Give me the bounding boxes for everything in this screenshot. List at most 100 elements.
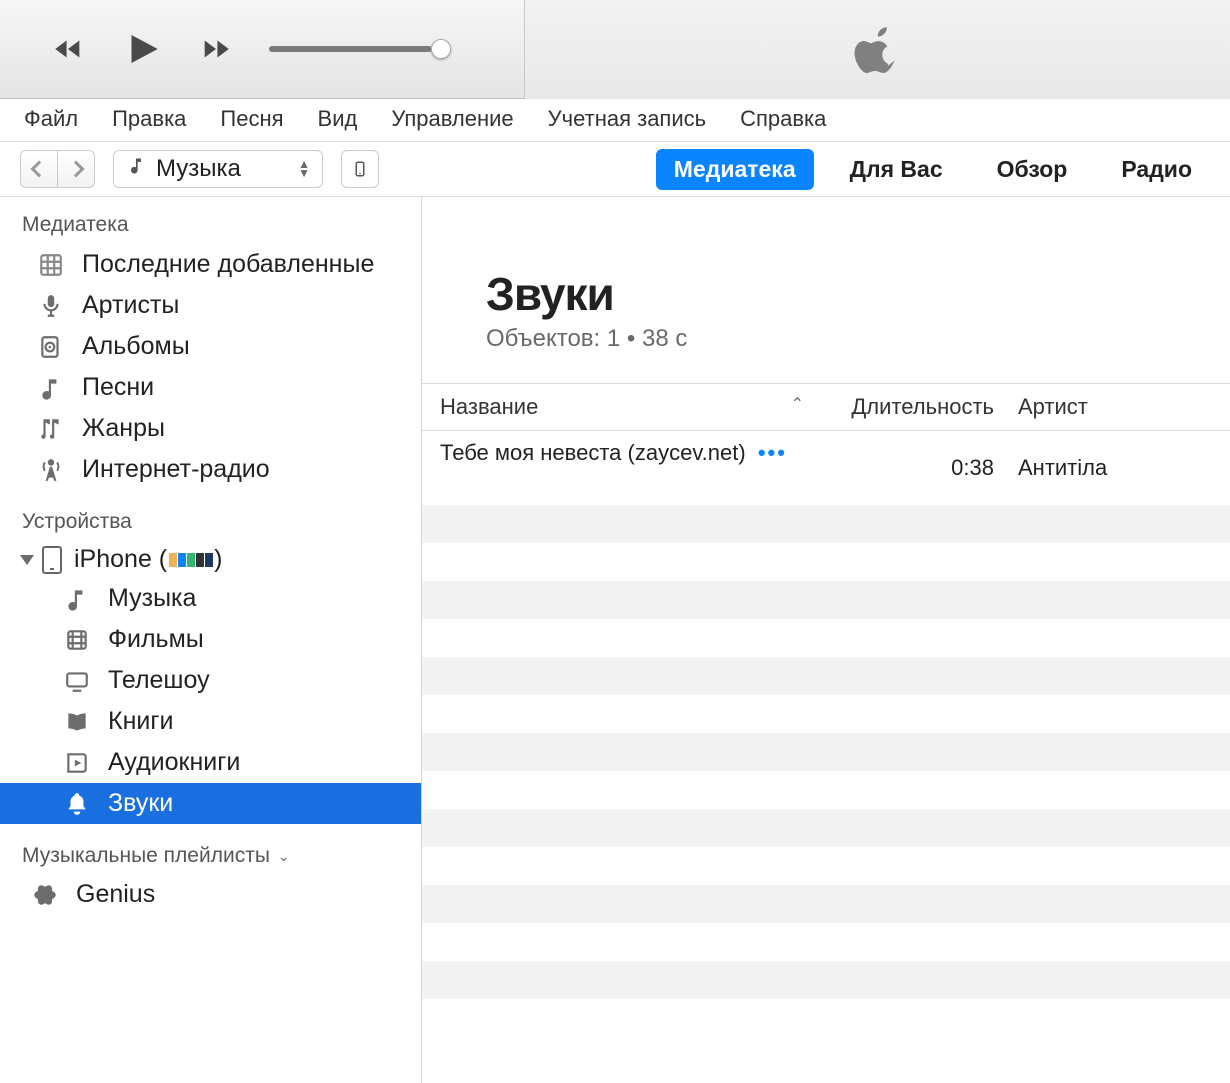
column-artist[interactable]: Артист <box>1006 384 1230 431</box>
menu-song[interactable]: Песня <box>220 106 283 132</box>
grid-icon <box>36 252 66 278</box>
menu-account[interactable]: Учетная запись <box>548 106 706 132</box>
table-row <box>422 543 1230 581</box>
playlist-genius[interactable]: Genius <box>0 874 421 915</box>
book-icon <box>62 709 92 735</box>
tab-browse[interactable]: Обзор <box>979 149 1086 190</box>
menu-edit[interactable]: Правка <box>112 106 186 132</box>
apple-logo-icon <box>854 25 902 73</box>
table-row <box>422 733 1230 771</box>
table-row <box>422 885 1230 923</box>
device-name: iPhone () <box>74 545 222 574</box>
table-row <box>422 809 1230 847</box>
album-icon <box>36 334 66 360</box>
menu-controls[interactable]: Управление <box>391 106 513 132</box>
phone-icon <box>42 546 62 574</box>
disclosure-triangle-icon <box>20 555 34 565</box>
select-arrows-icon: ▲▼ <box>298 160 310 178</box>
sidebar-item-recent[interactable]: Последние добавленные <box>0 244 421 285</box>
forward-button[interactable] <box>57 150 95 188</box>
sidebar-head-devices: Устройства <box>0 506 421 541</box>
tab-for-you[interactable]: Для Вас <box>832 149 961 190</box>
track-duration: 0:38 <box>826 431 1006 506</box>
device-item-tones[interactable]: Звуки <box>0 783 421 824</box>
sidebar-item-genres[interactable]: Жанры <box>0 408 421 449</box>
table-row <box>422 923 1230 961</box>
table-row <box>422 847 1230 885</box>
device-item-books[interactable]: Книги <box>0 701 421 742</box>
device-item-audiobooks[interactable]: Аудиокниги <box>0 742 421 783</box>
battery-icon <box>169 553 214 567</box>
sidebar-head-playlists[interactable]: Музыкальные плейлисты ⌄ <box>0 824 421 874</box>
sidebar-head-library: Медиатека <box>0 209 421 244</box>
sidebar-item-label: Звуки <box>108 789 173 818</box>
more-actions-button[interactable]: ••• <box>758 440 787 465</box>
sidebar-item-label: Артисты <box>82 291 179 320</box>
sidebar-item-label: Альбомы <box>82 332 190 361</box>
sidebar-item-label: Жанры <box>82 414 165 443</box>
table-row <box>422 657 1230 695</box>
sidebar-item-label: Телешоу <box>108 666 210 695</box>
sidebar-item-songs[interactable]: Песни <box>0 367 421 408</box>
microphone-icon <box>36 293 66 319</box>
back-button[interactable] <box>20 150 58 188</box>
column-title[interactable]: Название ⌃ <box>422 384 826 431</box>
sidebar-item-label: Последние добавленные <box>82 250 374 279</box>
device-item-movies[interactable]: Фильмы <box>0 619 421 660</box>
device-item-music[interactable]: Музыка <box>0 578 421 619</box>
media-category-label: Музыка <box>156 155 241 183</box>
page-title: Звуки <box>486 267 1230 321</box>
media-category-select[interactable]: Музыка ▲▼ <box>113 150 323 188</box>
table-row <box>422 695 1230 733</box>
device-button[interactable] <box>341 150 379 188</box>
table-row <box>422 771 1230 809</box>
toolbar: Музыка ▲▼ Медиатека Для Вас Обзор Радио <box>0 141 1230 197</box>
atom-icon <box>30 882 60 908</box>
track-title: Тебе моя невеста (zaycev.net) <box>440 440 746 465</box>
column-duration[interactable]: Длительность <box>826 384 1006 431</box>
next-track-button[interactable] <box>193 26 239 72</box>
tab-library[interactable]: Медиатека <box>656 149 814 190</box>
music-note-icon <box>62 586 92 612</box>
table-row <box>422 581 1230 619</box>
content-area: Звуки Объектов: 1 • 38 с Название ⌃ Длит… <box>422 197 1230 1083</box>
previous-track-button[interactable] <box>45 26 91 72</box>
sidebar-item-label: Интернет-радио <box>82 455 270 484</box>
table-row[interactable]: Тебе моя невеста (zaycev.net) ••• ↖ 0:38… <box>422 431 1230 506</box>
menu-bar: Файл Правка Песня Вид Управление Учетная… <box>0 99 1230 141</box>
sidebar-item-artists[interactable]: Артисты <box>0 285 421 326</box>
sidebar-item-label: Книги <box>108 707 173 736</box>
menu-view[interactable]: Вид <box>318 106 358 132</box>
tracks-table: Название ⌃ Длительность Артист Тебе моя … <box>422 383 1230 999</box>
genres-icon <box>36 416 66 442</box>
sort-ascending-icon: ⌃ <box>791 394 804 414</box>
sidebar: Медиатека Последние добавленные Артисты … <box>0 197 422 1083</box>
play-button[interactable] <box>119 26 165 72</box>
sidebar-item-albums[interactable]: Альбомы <box>0 326 421 367</box>
tab-radio[interactable]: Радио <box>1103 149 1210 190</box>
table-row <box>422 619 1230 657</box>
volume-slider[interactable] <box>269 46 439 52</box>
chevron-down-icon: ⌄ <box>278 848 290 865</box>
device-row[interactable]: iPhone () <box>0 541 421 578</box>
table-row <box>422 505 1230 543</box>
page-subtitle: Объектов: 1 • 38 с <box>486 325 1230 353</box>
music-note-icon <box>36 375 66 401</box>
tv-icon <box>62 668 92 694</box>
table-row <box>422 961 1230 999</box>
menu-file[interactable]: Файл <box>24 106 78 132</box>
audiobook-icon <box>62 750 92 776</box>
music-note-icon <box>126 155 146 183</box>
sidebar-item-label: Genius <box>76 880 155 909</box>
bell-icon <box>62 791 92 817</box>
sidebar-item-label: Музыка <box>108 584 196 613</box>
device-item-tvshows[interactable]: Телешоу <box>0 660 421 701</box>
sidebar-item-label: Фильмы <box>108 625 204 654</box>
player-bar <box>0 0 1230 99</box>
now-playing-display <box>524 0 1230 99</box>
sidebar-item-internet-radio[interactable]: Интернет-радио <box>0 449 421 490</box>
menu-help[interactable]: Справка <box>740 106 826 132</box>
sidebar-item-label: Песни <box>82 373 154 402</box>
radio-tower-icon <box>36 457 66 483</box>
film-icon <box>62 627 92 653</box>
